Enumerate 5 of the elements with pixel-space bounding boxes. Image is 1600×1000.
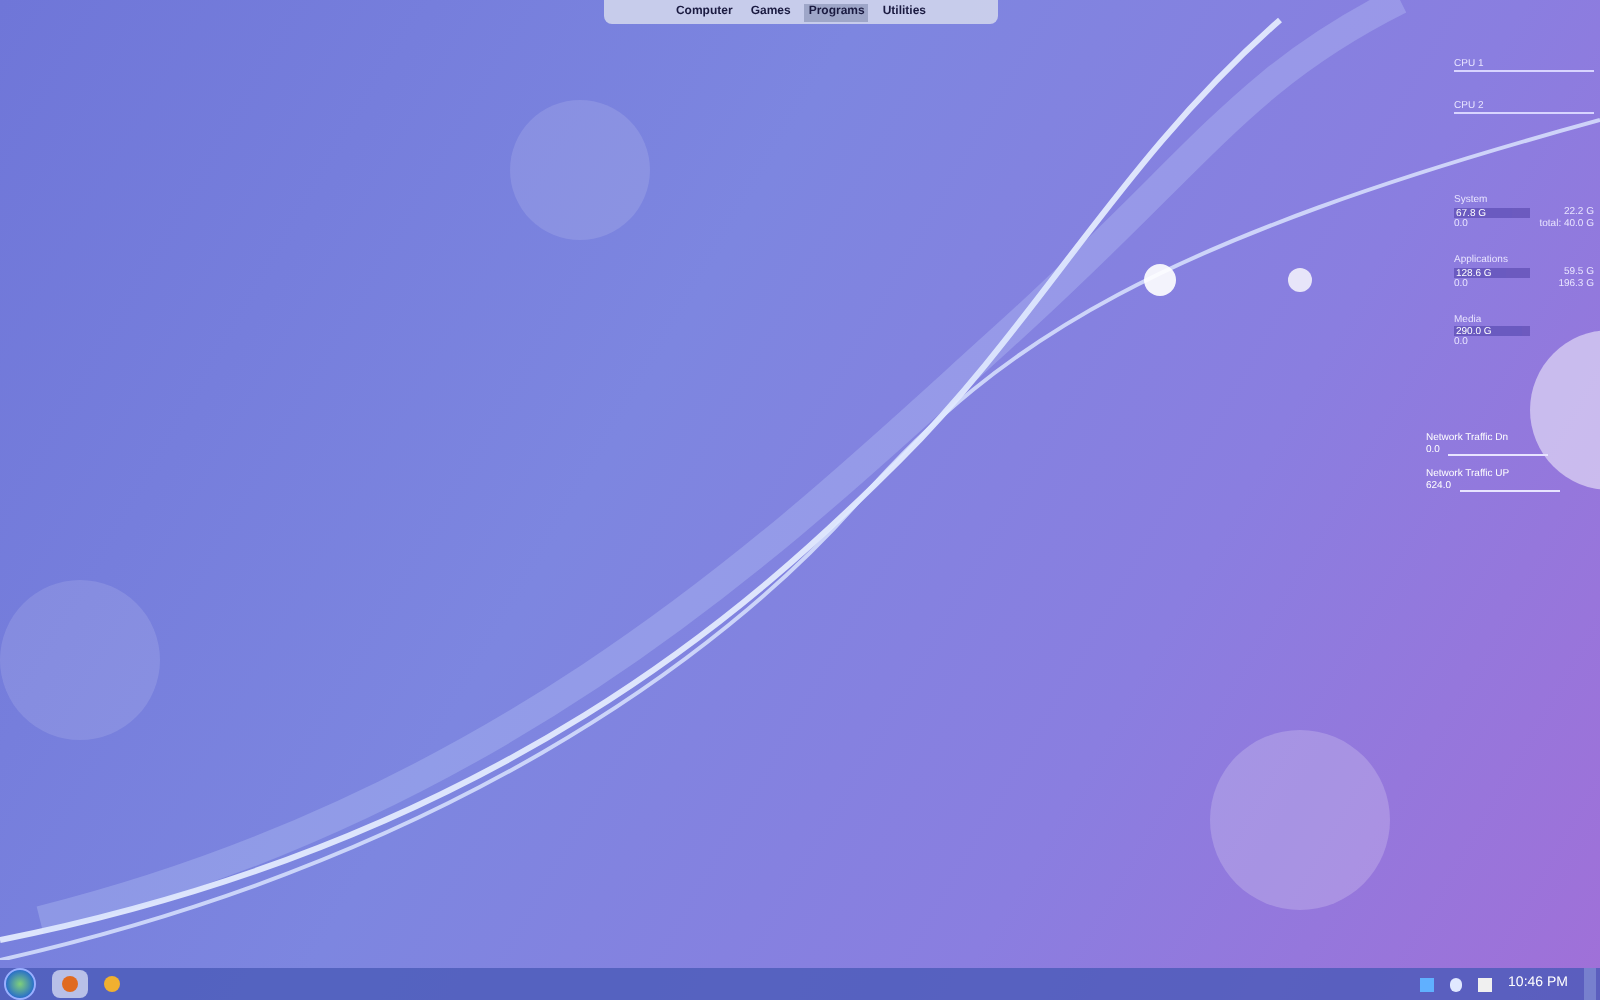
- taskbar-app-icon[interactable]: [52, 970, 88, 998]
- meter-line: [1454, 70, 1594, 72]
- taskbar-app-icon[interactable]: [104, 976, 120, 992]
- meter-line: [1454, 112, 1594, 114]
- start-button[interactable]: [4, 968, 36, 1000]
